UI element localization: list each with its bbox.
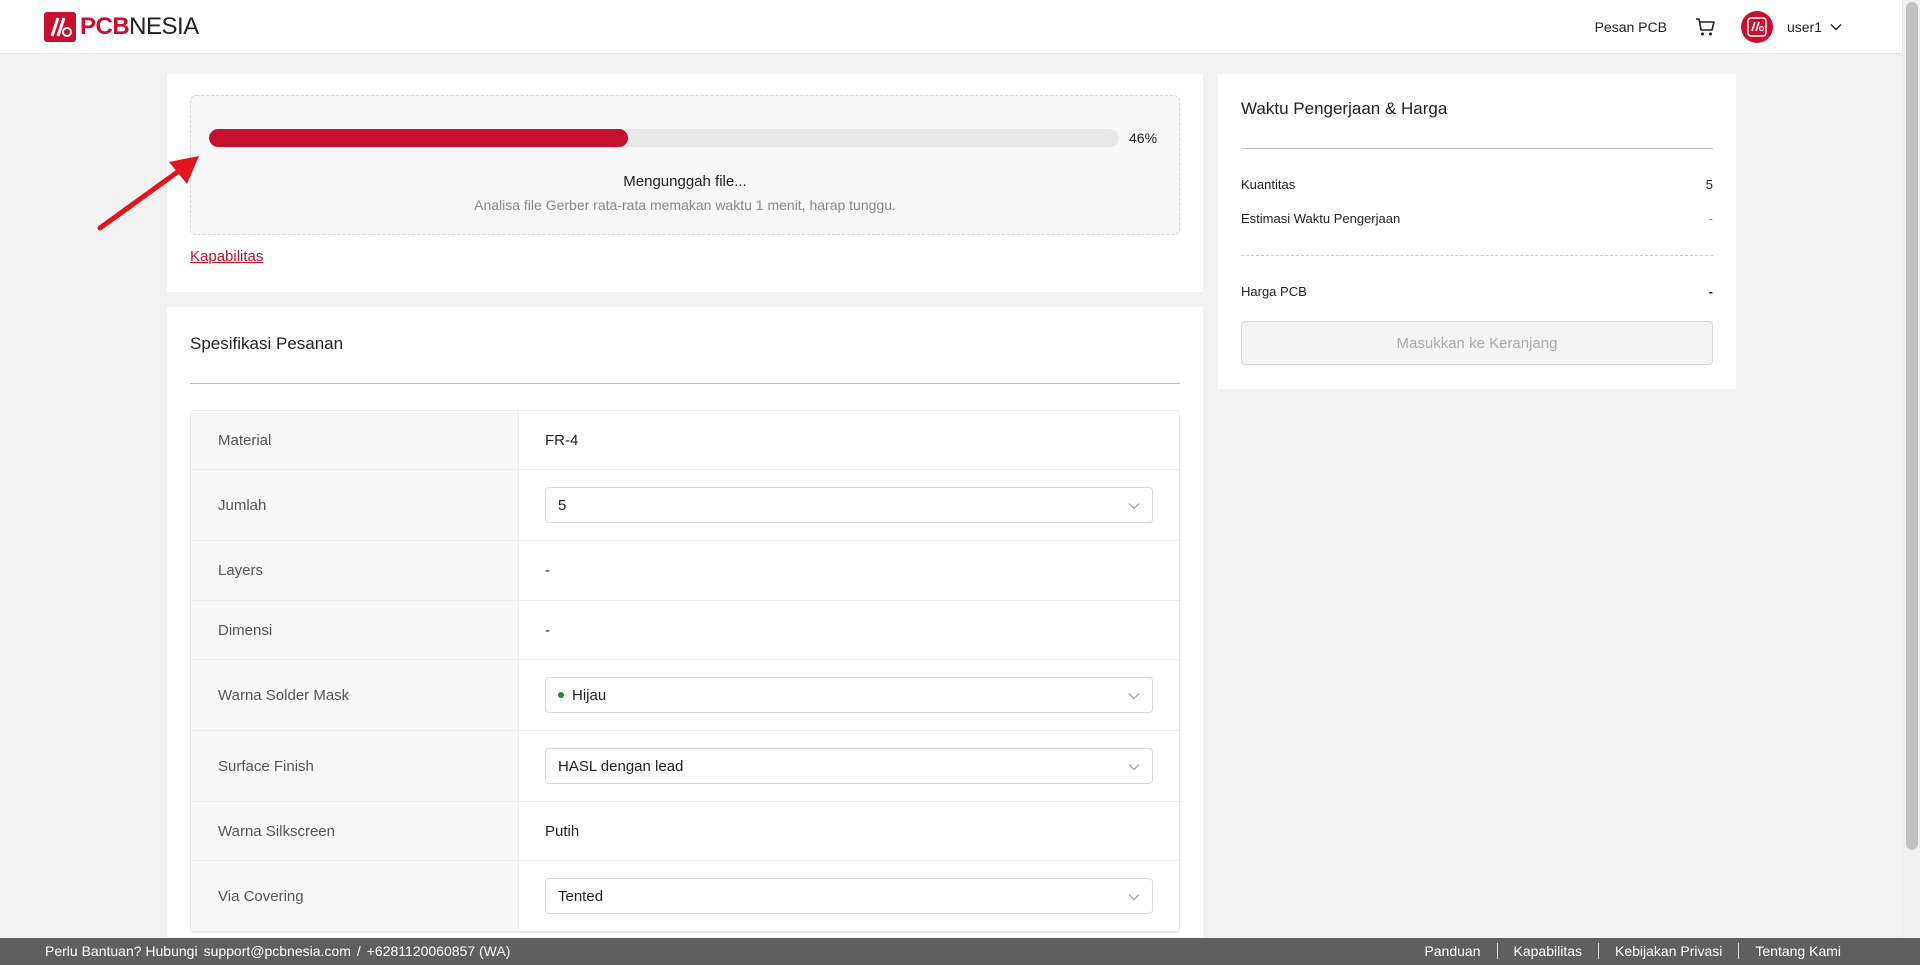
price-row-pcb-price: Harga PCB - [1241,284,1713,299]
logo-text: PCBNESIA [80,13,199,40]
logo-mark-icon [44,12,76,42]
footer-link-guide[interactable]: Panduan [1408,943,1496,959]
nav-order-pcb-link[interactable]: Pesan PCB [1595,19,1667,35]
upload-status-title: Mengunggah file... [623,173,747,190]
footer-link-privacy[interactable]: Kebijakan Privasi [1598,943,1738,959]
spec-row-solder-mask: Warna Solder Mask Hijau [191,660,1179,731]
footer-email-link[interactable]: support@pcbnesia.com [204,943,351,959]
spec-value-material: FR-4 [545,431,579,449]
color-dot-icon [558,692,564,698]
spec-table: Material FR-4 Jumlah 5 Layers - Dimensi … [190,410,1180,933]
chevron-down-icon [1128,764,1140,771]
spec-row-via-covering: Via Covering Tented [191,861,1179,932]
price-row-estimate: Estimasi Waktu Pengerjaan - [1241,211,1713,226]
via-covering-select-value: Tented [558,887,604,905]
avatar-logo-icon [1747,17,1767,37]
estimate-label: Estimasi Waktu Pengerjaan [1241,211,1401,226]
footer-link-capabilities[interactable]: Kapabilitas [1496,943,1599,959]
estimate-value: - [1708,211,1713,226]
order-spec-card: Spesifikasi Pesanan Material FR-4 Jumlah… [167,307,1203,937]
spec-label: Surface Finish [191,731,519,801]
footer-link-about[interactable]: Tentang Kami [1738,943,1857,959]
avatar[interactable] [1740,11,1773,43]
page-scrollbar[interactable] [1902,0,1920,938]
upload-progress-fill [209,129,628,147]
spec-row-silkscreen: Warna Silkscreen Putih [191,802,1179,861]
top-navbar: PCBNESIA Pesan PCB user1 [0,0,1902,54]
surface-finish-select[interactable]: HASL dengan lead [545,748,1153,784]
solder-mask-select[interactable]: Hijau [545,677,1153,713]
spec-value-silkscreen: Putih [545,822,580,840]
spec-row-material: Material FR-4 [191,411,1179,470]
upload-card: 46% Mengunggah file... Analisa file Gerb… [167,74,1203,292]
spec-label: Layers [191,541,519,600]
pcb-price-value: - [1708,284,1713,299]
upload-progress-percent: 46% [1129,130,1158,146]
spec-label: Via Covering [191,861,519,931]
footer-contact: Perlu Bantuan? Hubungi support@pcbnesia.… [45,943,516,959]
quantity-select[interactable]: 5 [545,487,1153,523]
price-divider [1241,148,1713,149]
upload-progress-bar [209,129,1119,147]
spec-row-layers: Layers - [191,541,1179,601]
price-dashed-divider [1241,255,1713,256]
spec-value-cell: HASL dengan lead [519,731,1179,801]
spec-value-cell: Hijau [519,660,1179,730]
footer-phone-link[interactable]: +6281120060857 (WA) [367,943,511,959]
spec-value-cell: 5 [519,470,1179,540]
price-card: Waktu Pengerjaan & Harga Kuantitas 5 Est… [1218,74,1736,389]
spec-row-dimension: Dimensi - [191,601,1179,660]
footer-links: Panduan Kapabilitas Kebijakan Privasi Te… [1408,943,1857,959]
spec-title: Spesifikasi Pesanan [190,334,344,353]
scrollbar-thumb[interactable] [1906,2,1918,850]
spec-value-layers: - [545,562,550,579]
price-row-quantity: Kuantitas 5 [1241,177,1713,192]
chevron-down-icon [1128,503,1140,510]
upload-dropzone[interactable]: 46% Mengunggah file... Analisa file Gerb… [190,95,1180,235]
footer-help-text: Perlu Bantuan? Hubungi [45,943,198,959]
nav-right: Pesan PCB user1 [1595,0,1842,54]
spec-label: Warna Silkscreen [191,802,519,860]
quantity-value: 5 [1705,177,1713,192]
cart-icon[interactable] [1695,17,1715,37]
footer-separator: / [356,943,361,959]
spec-value-cell: Tented [519,861,1179,931]
spec-label: Material [191,411,519,469]
spec-divider [190,383,1180,384]
pcb-price-label: Harga PCB [1241,284,1307,299]
solder-mask-select-value: Hijau [572,686,607,704]
logo[interactable]: PCBNESIA [44,12,199,42]
upload-status-subtitle: Analisa file Gerber rata-rata memakan wa… [474,197,896,213]
price-title: Waktu Pengerjaan & Harga [1241,99,1448,118]
spec-label: Jumlah [191,470,519,540]
chevron-down-icon [1128,894,1140,901]
via-covering-select[interactable]: Tented [545,878,1153,914]
capabilities-link[interactable]: Kapabilitas [190,248,263,265]
spec-label: Warna Solder Mask [191,660,519,730]
add-to-cart-button[interactable]: Masukkan ke Keranjang [1241,321,1713,365]
surface-finish-select-value: HASL dengan lead [558,757,684,775]
spec-label: Dimensi [191,601,519,659]
quantity-select-value: 5 [558,496,567,514]
quantity-label: Kuantitas [1241,177,1296,192]
user-name[interactable]: user1 [1787,19,1822,35]
spec-row-quantity: Jumlah 5 [191,470,1179,541]
chevron-down-icon [1128,693,1140,700]
arrow-annotation-icon [97,156,199,231]
footer-bar: Perlu Bantuan? Hubungi support@pcbnesia.… [0,938,1920,965]
chevron-down-icon[interactable] [1830,21,1842,33]
spec-row-surface-finish: Surface Finish HASL dengan lead [191,731,1179,802]
spec-value-dimension: - [545,621,550,639]
